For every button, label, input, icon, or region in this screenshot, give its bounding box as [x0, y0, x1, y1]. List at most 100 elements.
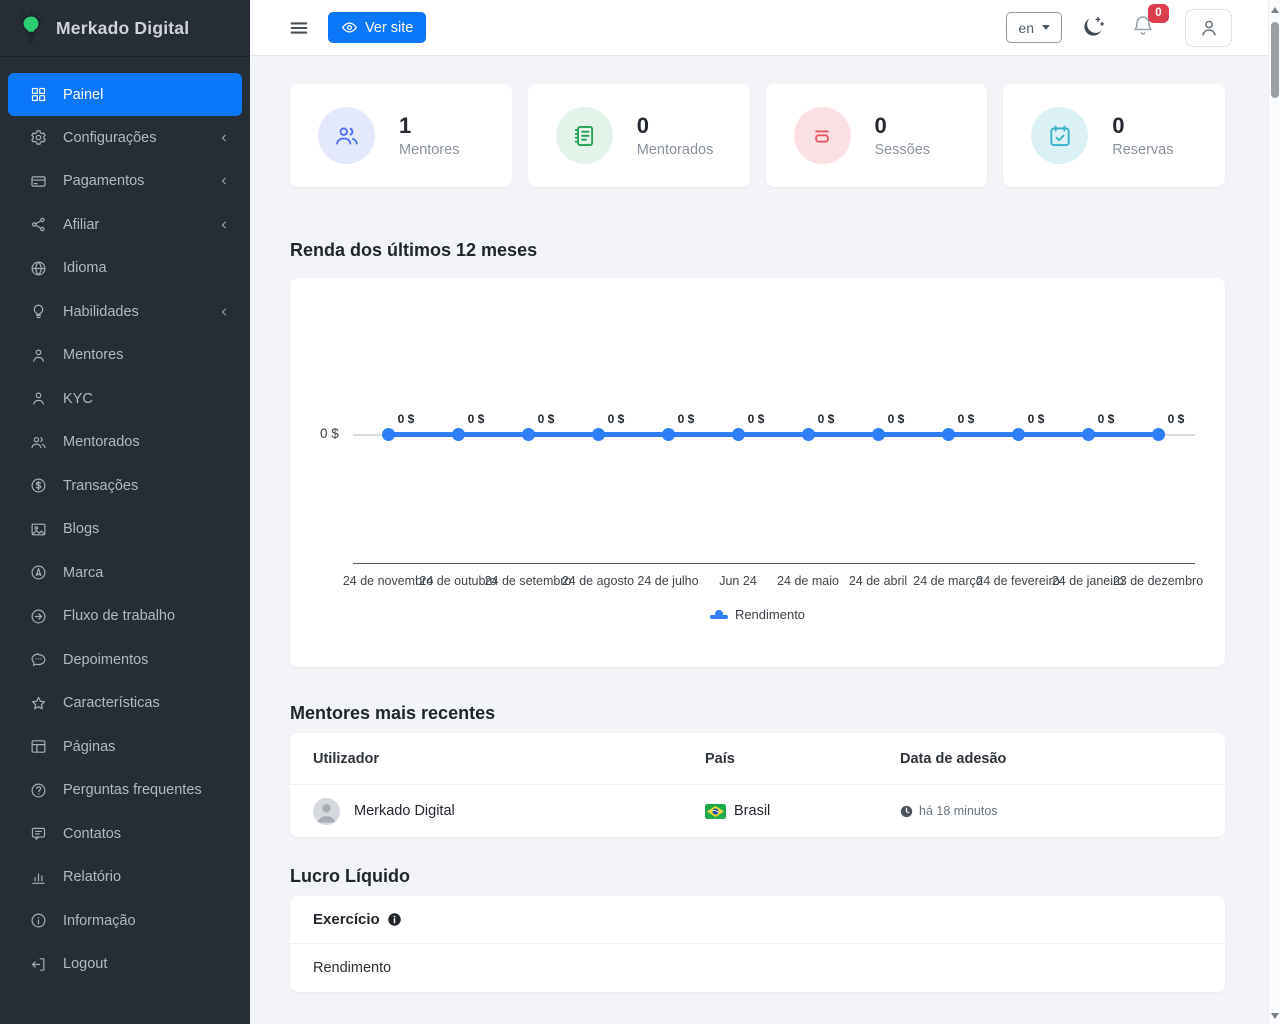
table-body: Merkado Digital Brasil há 18 minutos — [290, 785, 1225, 837]
logout-icon — [30, 956, 47, 973]
brand[interactable]: Merkado Digital — [0, 0, 250, 57]
sidebar-item-idioma[interactable]: Idioma — [0, 247, 250, 291]
gear-icon — [30, 129, 47, 146]
income-line-chart: 0 $0 $0 $0 $0 $0 $0 $0 $0 $0 $0 $0 $0 $2… — [290, 278, 1225, 667]
sidebar-item-blogs[interactable]: Blogs — [0, 508, 250, 552]
country-cell: Brasil — [705, 803, 900, 819]
hamburger-icon — [288, 17, 310, 39]
chart-point[interactable] — [732, 428, 745, 441]
column-header-data-de-adesao: Data de adesão — [900, 751, 1225, 767]
stat-label: Mentores — [399, 142, 459, 158]
notifications-button[interactable]: 0 — [1131, 13, 1155, 42]
users-icon — [30, 434, 47, 451]
sidebar-item-relatorio[interactable]: Relatório — [0, 856, 250, 900]
sidebar-item-contatos[interactable]: Contatos — [0, 812, 250, 856]
chart-point-label: 0 $ — [1028, 412, 1045, 426]
sidebar-item-marca[interactable]: Marca — [0, 551, 250, 595]
sidebar-item-kyc[interactable]: KYC — [0, 377, 250, 421]
scroll-up-arrow-icon[interactable] — [1271, 7, 1279, 13]
stat-value: 0 — [637, 113, 714, 138]
sidebar-item-transacoes[interactable]: Transações — [0, 464, 250, 508]
stat-label: Sessões — [875, 142, 931, 158]
info-icon[interactable] — [387, 912, 402, 927]
x-axis-tick-label: 24 de fevereiro — [976, 574, 1059, 588]
chart-point[interactable] — [1152, 428, 1165, 441]
chart-point[interactable] — [1012, 428, 1025, 441]
sidebar-item-label: Transações — [63, 478, 230, 494]
user-menu-button[interactable] — [1185, 9, 1232, 47]
view-site-button[interactable]: Ver site — [328, 12, 426, 43]
image-icon — [30, 521, 47, 538]
sidebar-item-paginas[interactable]: Páginas — [0, 725, 250, 769]
sidebar-item-logout[interactable]: Logout — [0, 943, 250, 987]
sidebar-item-configuracoes[interactable]: Configurações — [0, 116, 250, 160]
x-axis-tick-label: 24 de setembro — [485, 574, 572, 588]
net-profit-card: Exercício Rendimento — [290, 896, 1225, 992]
layout-icon — [30, 738, 47, 755]
sidebar-item-painel[interactable]: Painel — [8, 73, 242, 116]
chart-point[interactable] — [592, 428, 605, 441]
table-row[interactable]: Merkado Digital Brasil há 18 minutos — [290, 785, 1225, 837]
stat-label: Mentorados — [637, 142, 714, 158]
joined-time: há 18 minutos — [919, 804, 998, 818]
chart-point[interactable] — [872, 428, 885, 441]
sidebar-item-mentorados[interactable]: Mentorados — [0, 421, 250, 465]
sidebar-item-habilidades[interactable]: Habilidades — [0, 290, 250, 334]
stat-card-mentorados: 0 Mentorados — [528, 84, 750, 187]
sidebar-item-depoimentos[interactable]: Depoimentos — [0, 638, 250, 682]
moon-icon — [1080, 15, 1105, 40]
language-select[interactable]: en — [1006, 12, 1062, 43]
app-title: Merkado Digital — [56, 18, 189, 39]
view-site-label: Ver site — [365, 20, 413, 36]
chart-point-label: 0 $ — [958, 412, 975, 426]
chart-point-label: 0 $ — [888, 412, 905, 426]
dark-mode-toggle[interactable] — [1080, 15, 1105, 40]
sidebar-item-perguntas-frequentes[interactable]: Perguntas frequentes — [0, 769, 250, 813]
chart-point[interactable] — [452, 428, 465, 441]
scroll-down-arrow-icon[interactable] — [1271, 1013, 1279, 1019]
language-value: en — [1018, 20, 1034, 36]
stat-label: Reservas — [1112, 142, 1173, 158]
chart-point[interactable] — [382, 428, 395, 441]
user-name: Merkado Digital — [354, 803, 455, 819]
chart-point[interactable] — [1082, 428, 1095, 441]
sidebar-item-label: Perguntas frequentes — [63, 782, 230, 798]
stat-value: 0 — [1112, 113, 1173, 138]
chart-point-label: 0 $ — [1098, 412, 1115, 426]
vertical-scrollbar[interactable] — [1268, 0, 1280, 1024]
chat-icon — [30, 651, 47, 668]
sidebar-item-label: Logout — [63, 956, 230, 972]
sidebar-item-label: KYC — [63, 391, 230, 407]
stat-card-reservas: 0 Reservas — [1003, 84, 1225, 187]
scrollbar-thumb[interactable] — [1271, 22, 1279, 98]
x-axis-tick-label: 24 de agosto — [562, 574, 634, 588]
sidebar-item-label: Relatório — [63, 869, 230, 885]
chart-point[interactable] — [662, 428, 675, 441]
chart-point[interactable] — [522, 428, 535, 441]
column-header-utilizador: Utilizador — [313, 751, 705, 767]
sidebar-item-informacao[interactable]: Informação — [0, 899, 250, 943]
share-icon — [30, 216, 47, 233]
eye-icon — [341, 19, 358, 36]
topbar: Ver site en 0 — [250, 0, 1280, 56]
sidebar-toggle-button[interactable] — [288, 17, 310, 39]
sidebar-item-pagamentos[interactable]: Pagamentos — [0, 160, 250, 204]
stat-card-mentores: 1Mentores — [290, 84, 512, 187]
chart-legend[interactable]: Rendimento — [290, 607, 1225, 622]
sidebar-item-afiliar[interactable]: Afiliar — [0, 203, 250, 247]
avatar — [313, 798, 340, 825]
country-name: Brasil — [734, 803, 770, 819]
sidebar-item-mentores[interactable]: Mentores — [0, 334, 250, 378]
x-axis-line — [353, 563, 1195, 564]
user-cell: Merkado Digital — [313, 798, 705, 825]
sidebar-item-fluxo-de-trabalho[interactable]: Fluxo de trabalho — [0, 595, 250, 639]
bulb-icon — [30, 303, 47, 320]
notification-badge: 0 — [1148, 4, 1169, 23]
sidebar-item-caracteristicas[interactable]: Características — [0, 682, 250, 726]
x-axis-tick-label: 24 de julho — [637, 574, 698, 588]
chart-point[interactable] — [802, 428, 815, 441]
chart-point-label: 0 $ — [468, 412, 485, 426]
chart-point[interactable] — [942, 428, 955, 441]
stat-card-sessoes: 0Sessões — [766, 84, 988, 187]
info-circle-icon — [30, 912, 47, 929]
